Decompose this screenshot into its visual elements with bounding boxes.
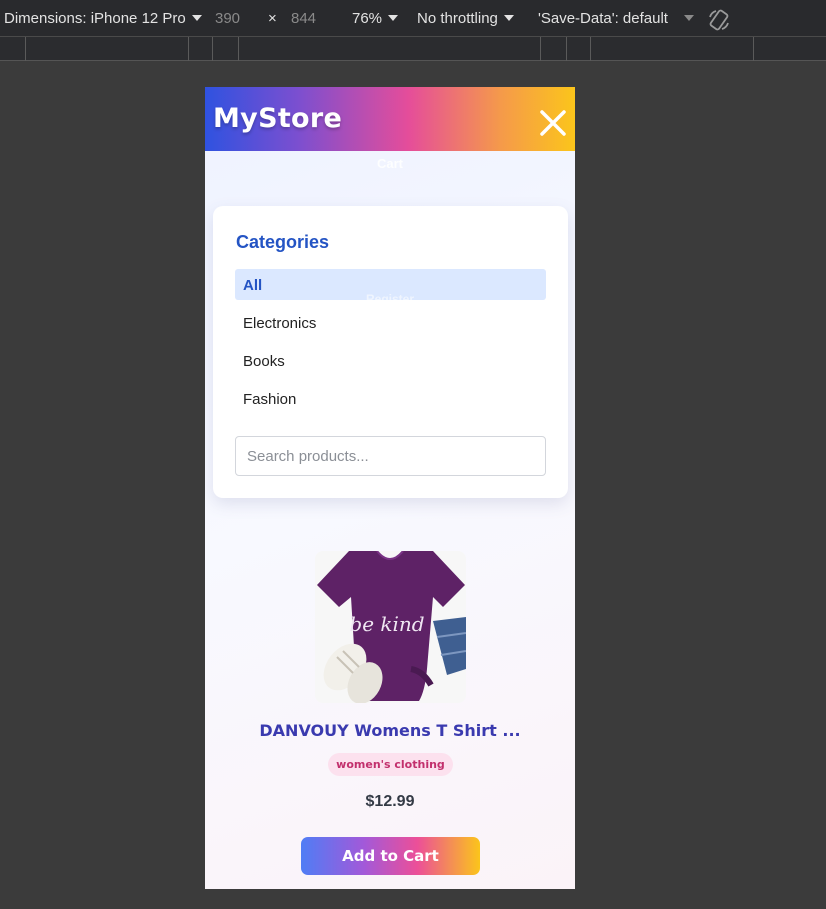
throttling-label: No throttling xyxy=(417,10,498,27)
menu-item-register[interactable]: Register xyxy=(205,292,575,306)
chevron-down-icon xyxy=(683,15,694,21)
chevron-down-icon xyxy=(388,15,399,21)
category-fashion[interactable]: Fashion xyxy=(235,383,546,414)
categories-title: Categories xyxy=(236,232,330,252)
category-books[interactable]: Books xyxy=(235,345,546,376)
ruler-tick xyxy=(188,37,189,61)
store-logo[interactable]: MyStore xyxy=(213,103,342,134)
category-badge: women's clothing xyxy=(328,753,453,776)
ruler-tick xyxy=(566,37,567,61)
device-viewport: MyStore Cart Categories All Electronics … xyxy=(205,87,575,889)
ruler-tick xyxy=(590,37,591,61)
product-title[interactable]: DANVOUY Womens T Shirt ... xyxy=(205,721,575,740)
device-dimensions-label: Dimensions: iPhone 12 Pro xyxy=(4,10,186,27)
device-dimensions-dropdown[interactable]: Dimensions: iPhone 12 Pro xyxy=(4,10,202,27)
ruler-tick xyxy=(540,37,541,61)
width-input[interactable]: 390 xyxy=(215,10,240,27)
devtools-device-toolbar: Dimensions: iPhone 12 Pro 390 × 844 76% … xyxy=(0,0,826,37)
category-electronics[interactable]: Electronics xyxy=(235,307,546,338)
media-query-ruler xyxy=(0,37,826,61)
save-data-label: 'Save-Data': default xyxy=(538,10,668,27)
ruler-tick xyxy=(753,37,754,61)
ruler-tick xyxy=(212,37,213,61)
add-to-cart-button[interactable]: Add to Cart xyxy=(301,837,480,875)
tshirt-print-text: be kind xyxy=(349,612,424,636)
height-input[interactable]: 844 xyxy=(291,10,316,27)
ruler-tick xyxy=(238,37,239,61)
chevron-down-icon xyxy=(503,15,514,21)
close-icon[interactable] xyxy=(537,107,569,139)
dimension-times-icon: × xyxy=(268,10,277,27)
rotate-device-icon[interactable] xyxy=(707,8,731,32)
product-price: $12.99 xyxy=(365,793,415,810)
zoom-label: 76% xyxy=(352,10,383,27)
throttling-dropdown[interactable]: No throttling xyxy=(417,10,514,27)
ruler-tick xyxy=(25,37,26,61)
product-image[interactable]: be kind xyxy=(315,551,466,703)
search-input[interactable] xyxy=(235,436,546,476)
save-data-dropdown[interactable]: 'Save-Data': default xyxy=(538,10,694,27)
chevron-down-icon xyxy=(191,15,202,21)
menu-item-cart[interactable]: Cart xyxy=(205,156,575,171)
categories-panel: Categories All Electronics Books Fashion xyxy=(213,206,568,498)
site-header: MyStore xyxy=(205,87,575,151)
tshirt-image: be kind xyxy=(315,551,466,703)
zoom-dropdown[interactable]: 76% xyxy=(352,10,399,27)
